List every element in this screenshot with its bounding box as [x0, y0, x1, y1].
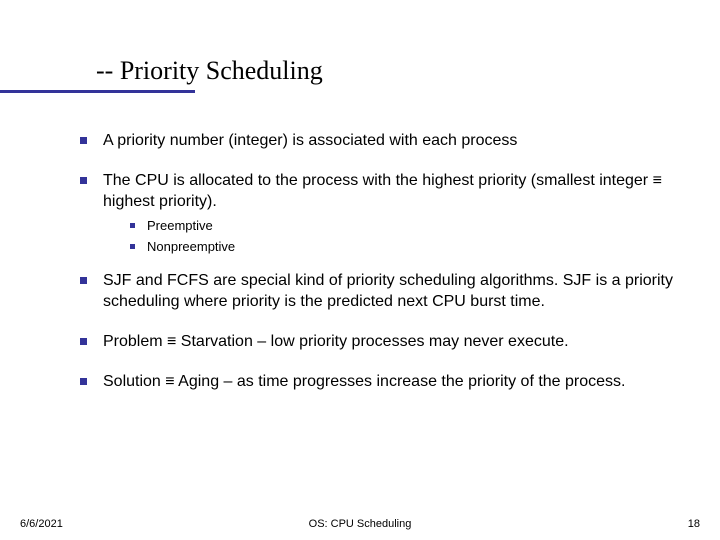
bullet-icon — [80, 338, 87, 345]
bullet-item: Solution ≡ Aging – as time progresses in… — [80, 371, 680, 393]
bullet-text: SJF and FCFS are special kind of priorit… — [103, 270, 680, 313]
slide-body: A priority number (integer) is associate… — [80, 130, 680, 410]
bullet-item: The CPU is allocated to the process with… — [80, 170, 680, 213]
title-underline — [0, 90, 195, 93]
bullet-item: SJF and FCFS are special kind of priorit… — [80, 270, 680, 313]
bullet-icon — [130, 244, 135, 249]
slide: -- Priority Scheduling A priority number… — [0, 0, 720, 540]
bullet-item: Problem ≡ Starvation – low priority proc… — [80, 331, 680, 353]
footer-page-number: 18 — [688, 518, 700, 530]
sub-bullet-item: Nonpreemptive — [130, 238, 680, 256]
bullet-icon — [80, 378, 87, 385]
bullet-text: Solution ≡ Aging – as time progresses in… — [103, 371, 626, 393]
sub-bullet-item: Preemptive — [130, 217, 680, 235]
bullet-icon — [80, 277, 87, 284]
slide-title: -- Priority Scheduling — [96, 56, 323, 86]
sub-bullet-text: Nonpreemptive — [147, 238, 235, 256]
bullet-icon — [130, 223, 135, 228]
bullet-icon — [80, 137, 87, 144]
bullet-text: The CPU is allocated to the process with… — [103, 170, 680, 213]
sub-bullet-text: Preemptive — [147, 217, 213, 235]
bullet-text: A priority number (integer) is associate… — [103, 130, 517, 152]
bullet-icon — [80, 177, 87, 184]
bullet-item: A priority number (integer) is associate… — [80, 130, 680, 152]
sub-bullet-group: Preemptive Nonpreemptive — [130, 217, 680, 256]
footer-title: OS: CPU Scheduling — [0, 518, 720, 530]
bullet-text: Problem ≡ Starvation – low priority proc… — [103, 331, 569, 353]
